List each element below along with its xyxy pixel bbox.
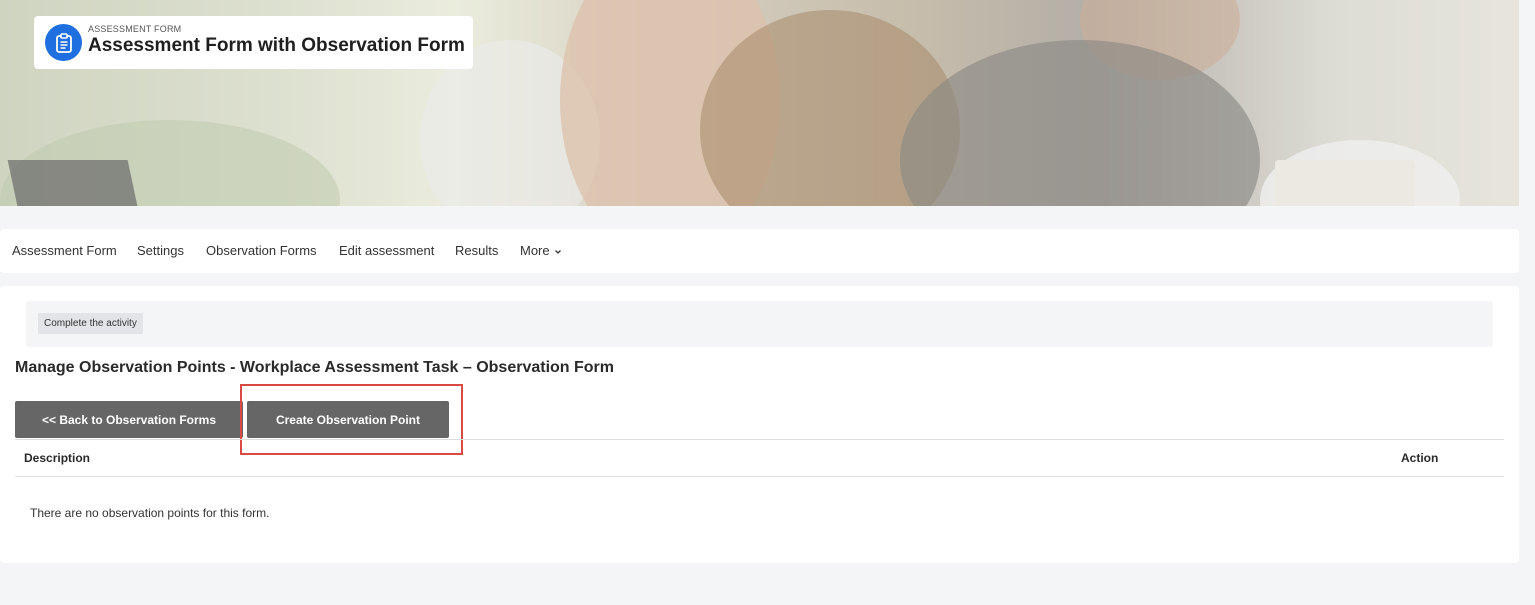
nav-results[interactable]: Results [455, 243, 498, 258]
activity-header-card: ASSESSMENT FORM Assessment Form with Obs… [34, 16, 473, 69]
empty-state-message: There are no observation points for this… [30, 506, 270, 520]
main-content-card: Complete the activity Manage Observation… [0, 286, 1519, 563]
nav-settings[interactable]: Settings [137, 243, 184, 258]
back-to-observation-forms-button[interactable]: << Back to Observation Forms [15, 401, 243, 438]
create-observation-point-button[interactable]: Create Observation Point [247, 401, 449, 438]
chevron-down-icon [555, 249, 562, 254]
activity-completion-panel: Complete the activity [26, 301, 1493, 347]
page-title: Assessment Form with Observation Form [88, 35, 465, 56]
column-header-action: Action [1401, 451, 1439, 465]
column-header-description: Description [24, 451, 91, 465]
section-heading: Manage Observation Points - Workplace As… [15, 359, 614, 376]
secondary-navigation: Assessment Form Settings Observation For… [0, 229, 1519, 273]
observation-points-table: Description Action There are no observat… [15, 439, 1504, 520]
nav-observation-forms[interactable]: Observation Forms [206, 243, 317, 258]
nav-assessment-form[interactable]: Assessment Form [12, 243, 117, 258]
nav-more-label: More [520, 243, 550, 258]
table-header-row: Description Action [15, 439, 1504, 477]
nav-edit-assessment[interactable]: Edit assessment [339, 243, 434, 258]
nav-more-menu[interactable]: More [520, 243, 562, 258]
completion-requirement-badge: Complete the activity [38, 313, 143, 334]
activity-type-label: ASSESSMENT FORM [88, 24, 182, 34]
clipboard-icon [45, 24, 82, 61]
hero-banner-image: ASSESSMENT FORM Assessment Form with Obs… [0, 0, 1519, 206]
